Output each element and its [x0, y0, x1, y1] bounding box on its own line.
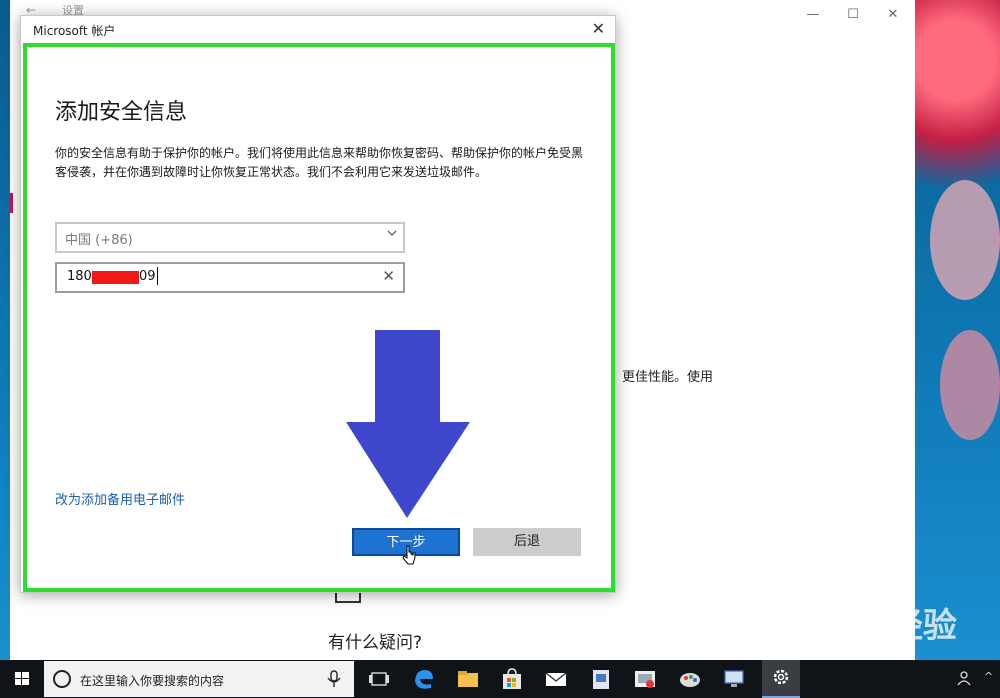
dialog-titlebar: Microsoft 帐户 ✕: [21, 16, 615, 44]
dialog-title: Microsoft 帐户: [33, 24, 116, 38]
add-alternate-email-link[interactable]: 改为添加备用电子邮件: [55, 489, 185, 508]
paint-app-icon[interactable]: [677, 666, 703, 692]
settings-body-text: 更佳性能。使用: [622, 370, 714, 385]
mail-icon[interactable]: [543, 666, 569, 692]
file-explorer-icon[interactable]: [455, 666, 481, 692]
search-placeholder: 在这里输入你要搜索的内容: [80, 674, 225, 688]
microphone-icon[interactable]: [324, 669, 344, 689]
video-app-icon[interactable]: [632, 666, 658, 692]
edge-icon[interactable]: [411, 666, 437, 692]
phone-number-prefix: 180: [67, 269, 92, 284]
annotation-down-arrow: [346, 330, 470, 518]
microsoft-account-dialog: Microsoft 帐户 ✕ 添加安全信息 你的安全信息有助于保护你的帐户。我们…: [20, 15, 616, 593]
wallpaper-petal: [930, 180, 1000, 300]
redaction-box: [92, 271, 139, 284]
back-button[interactable]: 后退: [473, 528, 581, 556]
windows-start-icon[interactable]: [0, 660, 44, 698]
window-close-icon[interactable]: ✕: [878, 4, 908, 26]
remote-desktop-icon[interactable]: [721, 666, 747, 692]
maximize-icon[interactable]: ☐: [838, 4, 868, 26]
phone-number-suffix: 09: [139, 269, 156, 284]
cortana-icon: [53, 670, 71, 688]
task-view-icon[interactable]: [366, 666, 392, 692]
mouse-cursor-icon: [402, 545, 416, 565]
phone-number-input[interactable]: 180 09 ✕: [55, 262, 405, 293]
settings-taskbar-button[interactable]: [762, 660, 800, 698]
minimize-icon[interactable]: —: [798, 4, 828, 26]
people-icon[interactable]: [956, 669, 974, 687]
tray-chevron-icon[interactable]: ^: [984, 670, 993, 683]
taskbar-search-box[interactable]: 在这里输入你要搜索的内容: [44, 661, 354, 697]
taskbar: 在这里输入你要搜索的内容 ^: [0, 660, 1000, 698]
store-icon[interactable]: [499, 666, 525, 692]
country-code-value: 中国 (+86): [65, 233, 133, 248]
close-icon[interactable]: ✕: [592, 19, 605, 38]
question-heading: 有什么疑问?: [328, 633, 423, 653]
text-caret: [157, 267, 158, 285]
page-title: 添加安全信息: [55, 100, 188, 125]
document-viewer-icon[interactable]: [588, 666, 614, 692]
clear-icon[interactable]: ✕: [382, 267, 395, 285]
country-code-select[interactable]: 中国 (+86): [55, 222, 405, 253]
baidu-watermark-logo: Baidu 经验: [768, 606, 957, 646]
nav-selection-indicator: [10, 193, 13, 213]
description-text: 你的安全信息有助于保护你的帐户。我们将使用此信息来帮助你恢复密码、帮助保护你的帐…: [55, 146, 584, 179]
chevron-down-icon: [387, 230, 397, 236]
wallpaper-petal: [940, 330, 1000, 440]
settings-gear-icon: [773, 669, 789, 685]
